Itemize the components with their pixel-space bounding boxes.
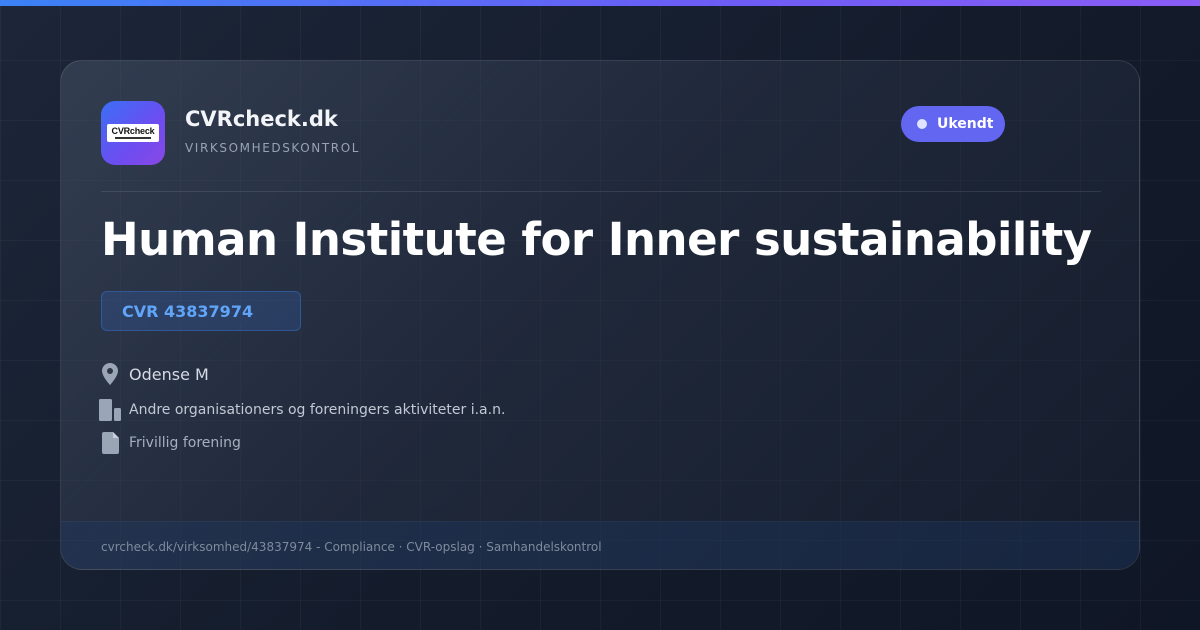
- header-divider: [101, 191, 1101, 192]
- industry-text: Andre organisationers og foreningers akt…: [129, 402, 506, 418]
- status-dot-icon: [917, 119, 927, 129]
- location-text: Odense M: [129, 364, 209, 384]
- legal-form-row: Frivillig forening: [99, 432, 241, 454]
- logo-text: CVRcheck: [111, 126, 155, 136]
- status-label: Ukendt: [937, 116, 994, 132]
- brand-name: CVRcheck.dk: [185, 107, 338, 131]
- logo-badge: CVRcheck: [107, 124, 159, 142]
- brand-tagline: VIRKSOMHEDSKONTROL: [185, 141, 361, 155]
- status-badge: Ukendt: [901, 106, 1005, 142]
- document-icon: [99, 432, 121, 454]
- map-pin-icon: [99, 363, 121, 385]
- logo-underline: [115, 137, 151, 139]
- footer-text: cvrcheck.dk/virksomhed/43837974 - Compli…: [101, 540, 602, 554]
- card-footer: cvrcheck.dk/virksomhed/43837974 - Compli…: [61, 521, 1139, 569]
- location-row: Odense M: [99, 363, 209, 385]
- legal-form-text: Frivillig forening: [129, 435, 241, 451]
- brand-logo: CVRcheck: [101, 101, 165, 165]
- industry-row: Andre organisationers og foreningers akt…: [99, 399, 505, 421]
- building-icon: [99, 399, 121, 421]
- top-accent-bar: [0, 0, 1200, 6]
- company-card: CVRcheck CVRcheck.dk VIRKSOMHEDSKONTROL …: [60, 60, 1140, 570]
- company-name: Human Institute for Inner sustainability: [101, 213, 1092, 266]
- cvr-badge: CVR 43837974: [101, 291, 301, 331]
